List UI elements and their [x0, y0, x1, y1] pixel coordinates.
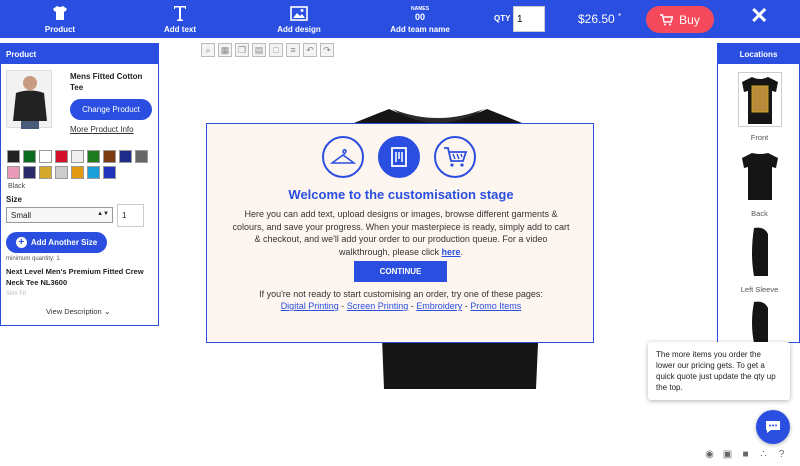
link-promo-items[interactable]: Promo Items	[470, 301, 521, 311]
product-name: Mens Fitted Cotton Tee	[70, 72, 143, 92]
qty-input[interactable]	[513, 6, 545, 32]
link-screen-printing[interactable]: Screen Printing	[347, 301, 409, 311]
undo-icon[interactable]: ↶	[303, 43, 317, 57]
select-arrow-icon: ▲▼	[97, 211, 109, 217]
chevron-down-icon: ⌄	[103, 307, 111, 316]
color-swatch[interactable]	[103, 166, 116, 179]
modal-body: Here you can add text, upload designs or…	[232, 209, 570, 257]
color-swatch[interactable]	[7, 166, 20, 179]
color-swatch[interactable]	[55, 150, 68, 163]
plus-icon: +	[15, 237, 27, 248]
minimum-quantity: minimum quantity: 1	[6, 256, 60, 262]
frame-icon[interactable]: □	[269, 43, 283, 57]
welcome-modal: Welcome to the customisation stage Here …	[206, 123, 594, 343]
share-icon[interactable]: ∴	[758, 449, 769, 460]
close-icon[interactable]: ✕	[750, 3, 768, 29]
add-team-name-tool[interactable]: NAMES 00 Add team name	[380, 4, 460, 34]
layers-icon[interactable]: ≡	[286, 43, 300, 57]
change-product-button[interactable]: Change Product	[70, 99, 152, 120]
size-qty-input[interactable]: 1	[117, 204, 144, 227]
eye-icon[interactable]: ◉	[704, 449, 715, 460]
cart-icon[interactable]: ▣	[722, 449, 733, 460]
modal-title: Welcome to the customisation stage	[288, 187, 514, 202]
edit-toolbar: ⌕ ▦ ❐ ▤ □ ≡ ↶ ↷	[201, 43, 334, 57]
bottom-toolbar: ◉ ▣ ■ ∴ ?	[704, 449, 787, 460]
location-front[interactable]: Front	[718, 72, 800, 142]
text-icon	[174, 6, 186, 21]
buy-button[interactable]: Buy	[646, 6, 714, 33]
location-left-sleeve[interactable]: Left Sleeve	[718, 224, 800, 294]
tshirt-icon	[53, 6, 67, 20]
product-image	[6, 70, 52, 129]
add-design-label: Add design	[277, 25, 321, 34]
add-text-label: Add text	[164, 25, 196, 34]
locations-panel-title: Locations	[718, 44, 799, 64]
color-swatch[interactable]	[87, 166, 100, 179]
cart-outline-icon	[434, 136, 476, 178]
product-panel: Product Mens Fitted Cotton Tee Change Pr…	[0, 43, 159, 326]
location-back[interactable]: Back	[718, 148, 800, 218]
product-full-name: Next Level Men's Premium Fitted Crew Nec…	[6, 267, 144, 287]
top-toolbar: Product Add text Add design NAMES 00 Add…	[0, 0, 800, 38]
qty-label: QTY	[494, 14, 511, 23]
link-digital-printing[interactable]: Digital Printing	[281, 301, 339, 311]
design-icon	[378, 136, 420, 178]
zoom-icon[interactable]: ⌕	[201, 43, 215, 57]
grid-icon[interactable]: ▦	[218, 43, 232, 57]
chat-icon	[766, 421, 780, 433]
image-icon	[290, 5, 308, 21]
copy-icon[interactable]: ❐	[235, 43, 249, 57]
modal-icons	[322, 136, 476, 178]
delete-icon[interactable]: ▤	[252, 43, 266, 57]
add-text-tool[interactable]: Add text	[140, 4, 220, 34]
product-tool-label: Product	[44, 25, 76, 34]
description-fade-text: Slim Fit	[6, 291, 26, 297]
color-swatches	[7, 150, 157, 179]
view-description-link[interactable]: View Description ⌄	[46, 307, 111, 316]
video-walkthrough-link[interactable]: here	[442, 247, 461, 257]
add-another-size-button[interactable]: + Add Another Size	[6, 232, 107, 253]
save-icon[interactable]: ■	[740, 449, 751, 460]
color-swatch[interactable]	[39, 166, 52, 179]
selected-color-name: Black	[8, 183, 26, 190]
color-swatch[interactable]	[55, 166, 68, 179]
color-swatch[interactable]	[103, 150, 116, 163]
color-swatch[interactable]	[87, 150, 100, 163]
product-panel-title: Product	[1, 44, 158, 64]
add-team-name-label: Add team name	[390, 25, 450, 34]
modal-alt-text: If you're not ready to start customising…	[259, 289, 543, 299]
size-label: Size	[6, 195, 23, 204]
locations-panel: Locations Front Back Left Sleeve	[717, 43, 800, 343]
color-swatch[interactable]	[7, 150, 20, 163]
size-select[interactable]: Small ▲▼	[6, 207, 113, 223]
color-swatch[interactable]	[71, 150, 84, 163]
pricing-tooltip: The more items you order the lower our p…	[648, 342, 790, 400]
price-display: $26.50 *	[578, 12, 622, 26]
modal-links: Digital Printing - Screen Printing - Emb…	[280, 301, 522, 311]
color-swatch[interactable]	[71, 166, 84, 179]
more-product-info-link[interactable]: More Product Info	[70, 125, 134, 134]
help-icon[interactable]: ?	[776, 449, 787, 460]
color-swatch[interactable]	[135, 150, 148, 163]
add-design-tool[interactable]: Add design	[259, 4, 339, 34]
color-swatch[interactable]	[23, 150, 36, 163]
color-swatch[interactable]	[39, 150, 52, 163]
chat-button[interactable]	[756, 410, 790, 444]
continue-button[interactable]: CONTINUE	[354, 261, 447, 282]
color-swatch[interactable]	[119, 150, 132, 163]
team-name-icon: NAMES 00	[410, 6, 430, 22]
link-embroidery[interactable]: Embroidery	[416, 301, 462, 311]
product-tool[interactable]: Product	[20, 4, 100, 34]
color-swatch[interactable]	[23, 166, 36, 179]
cart-icon	[660, 13, 674, 25]
redo-icon[interactable]: ↷	[320, 43, 334, 57]
hanger-icon	[322, 136, 364, 178]
